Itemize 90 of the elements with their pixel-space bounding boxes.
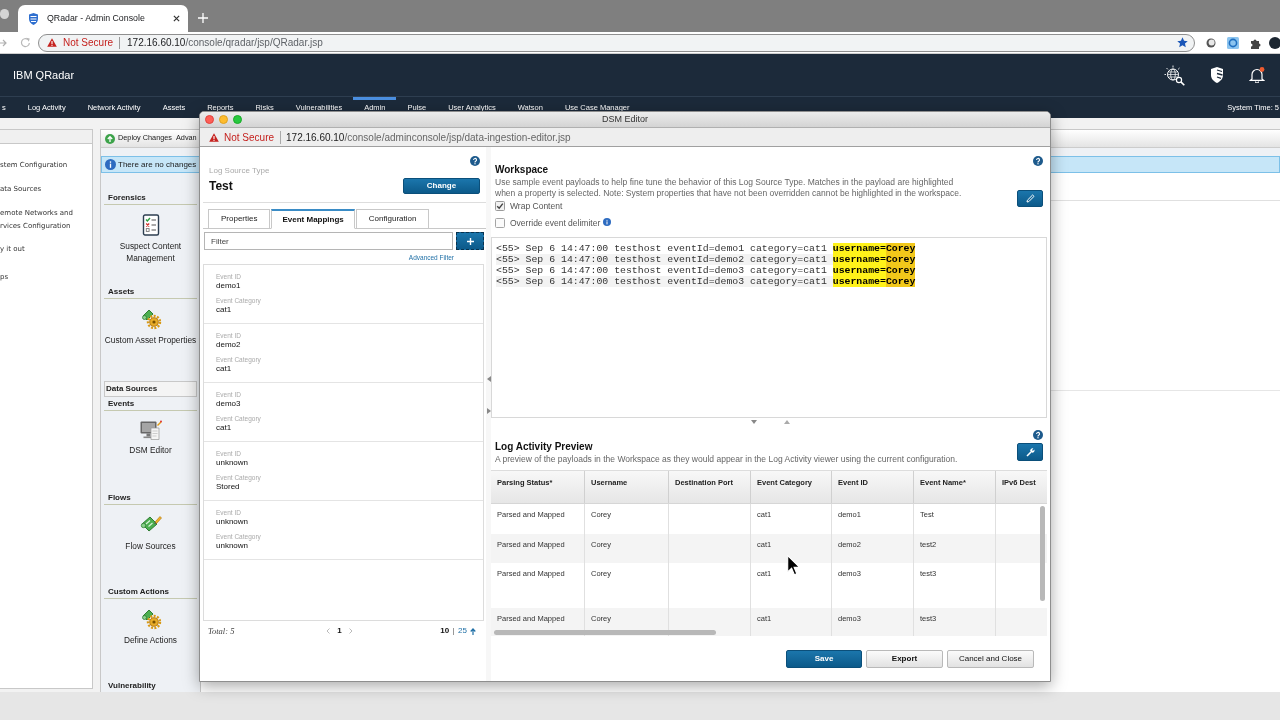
page-size-option[interactable]: 25	[458, 625, 467, 637]
pencil-icon	[1025, 194, 1035, 203]
page-number: 1	[337, 625, 342, 637]
help-icon[interactable]	[470, 156, 480, 166]
warning-icon	[209, 132, 219, 142]
checkbox[interactable]	[495, 201, 505, 211]
arrow-up-icon[interactable]	[470, 627, 476, 635]
window-control-icon[interactable]	[0, 9, 9, 19]
field-value: cat1	[216, 305, 232, 315]
warning-icon	[47, 38, 57, 47]
triangle-down-icon[interactable]	[751, 419, 757, 424]
field-value: cat1	[216, 364, 232, 374]
field-value: Stored	[216, 482, 240, 492]
bell-icon[interactable]	[1249, 67, 1265, 83]
app-title: IBM QRadar	[13, 67, 75, 83]
field-value: demo1	[216, 281, 241, 291]
field-value: cat1	[216, 423, 232, 433]
circle-arrow-icon	[105, 133, 115, 144]
monitor-icon[interactable]	[139, 420, 162, 440]
dialog-button[interactable]: Export	[866, 649, 943, 668]
tab[interactable]: Properties	[208, 209, 271, 229]
browser-tab[interactable]: QRadar - Admin Console	[18, 5, 188, 32]
wrench-icon	[1025, 447, 1035, 457]
page-size-option[interactable]: 10	[440, 625, 450, 637]
section-description: Use sample event payloads to help fine tune the behavior of this Log Source Type. Matches in the payload are highlighted when a property is selected. Note: System properties that have not been overridden cannot be highlighted in the workspace.	[495, 177, 963, 199]
section-description: A preview of the payloads in the Workspace as they would appear in the Log Activity viewer using the current configuration.	[495, 454, 958, 465]
change-button[interactable]: Change	[403, 178, 480, 194]
tab[interactable]: Configuration	[355, 209, 430, 229]
field-value: unknown	[216, 541, 249, 551]
admin-tool-link[interactable]: Custom Asset Properties	[102, 334, 199, 346]
payload-line: <55> Sep 6 14:47:00 testhost eventId=demo1 category=cat1 username=Corey	[496, 243, 916, 254]
category-header: Data Sources	[104, 381, 197, 397]
triangle-left-icon[interactable]	[486, 376, 491, 382]
help-icon[interactable]	[1033, 430, 1043, 440]
dialog-button[interactable]: Cancel and Close	[947, 649, 1034, 668]
security-indicator: Not Secure	[224, 130, 275, 145]
url-text: 172.16.60.10/console/adminconsole/jsp/data-ingestion-editor.jsp	[286, 130, 571, 145]
triangle-right-icon[interactable]	[486, 408, 491, 414]
horizontal-scrollbar-thumb[interactable]	[494, 630, 716, 635]
square-extension-icon[interactable]	[1227, 36, 1239, 49]
window-title: DSM Editor	[602, 112, 648, 126]
field-label: Log Source Type	[208, 166, 271, 176]
help-icon[interactable]	[1033, 156, 1043, 166]
star-icon[interactable]	[1177, 37, 1188, 48]
section-heading: Custom Actions	[104, 585, 197, 599]
security-indicator[interactable]: Not Secure	[63, 35, 114, 50]
checkbox[interactable]	[495, 218, 505, 228]
address-field[interactable]: Not Secure 172.16.60.10/console/qradar/jsp/QRadar.jsp	[38, 33, 1195, 52]
tab[interactable]: Event Mappings	[271, 209, 355, 229]
admin-tool-link[interactable]: Flow Sources	[102, 540, 199, 552]
plus-icon	[466, 237, 474, 245]
payload-line: <55> Sep 6 14:47:00 testhost eventId=demo3 category=cat1 username=Corey	[496, 265, 916, 276]
total-count: Total: 5	[208, 624, 235, 638]
section-heading: Assets	[104, 285, 197, 299]
workspace-editor[interactable]	[491, 237, 1047, 418]
section-title: Log Activity Preview	[495, 440, 593, 453]
field-value: unknown	[216, 517, 249, 527]
plus-icon[interactable]	[198, 12, 208, 23]
info-icon	[105, 159, 116, 170]
close-icon[interactable]	[173, 15, 180, 22]
section-heading: Forensics	[104, 191, 197, 205]
field-value: demo3	[216, 399, 241, 409]
field-value: demo2	[216, 340, 241, 350]
info-icon[interactable]	[603, 217, 612, 226]
window-close-icon[interactable]	[205, 115, 214, 124]
settings-button[interactable]	[1017, 443, 1043, 461]
globe-search-icon[interactable]	[1164, 64, 1185, 86]
section-title: Workspace	[495, 163, 549, 176]
checkbox-label: Override event delimiter	[510, 216, 601, 230]
admin-tool-link[interactable]: Define Actions	[102, 634, 199, 646]
admin-tool-link[interactable]: DSM Editor	[102, 444, 199, 456]
shield-logo-icon	[28, 12, 39, 25]
admin-tool-link[interactable]: Suspect Content Management	[102, 240, 199, 264]
log-source-type-name: Test	[209, 178, 233, 195]
dialog-button[interactable]: Save	[786, 649, 862, 668]
circle-extension-icon[interactable]	[1206, 37, 1216, 48]
scroll-gear-icon[interactable]	[139, 308, 162, 330]
scroll-gear-icon[interactable]	[139, 608, 162, 630]
vertical-scrollbar-thumb[interactable]	[1040, 506, 1045, 601]
edit-button[interactable]	[1017, 190, 1043, 207]
shield-icon[interactable]	[1210, 67, 1224, 83]
info-message: There are no changes	[118, 158, 197, 171]
filter-field[interactable]: Filter	[204, 232, 453, 250]
section-heading: Events	[104, 397, 197, 411]
add-button[interactable]	[456, 232, 484, 250]
checklist-icon[interactable]	[141, 214, 160, 236]
avatar-icon[interactable]	[1269, 36, 1280, 49]
field-value: unknown	[216, 458, 249, 468]
checkbox-label: Wrap Content	[510, 199, 563, 213]
section-heading: Flows	[104, 491, 197, 505]
